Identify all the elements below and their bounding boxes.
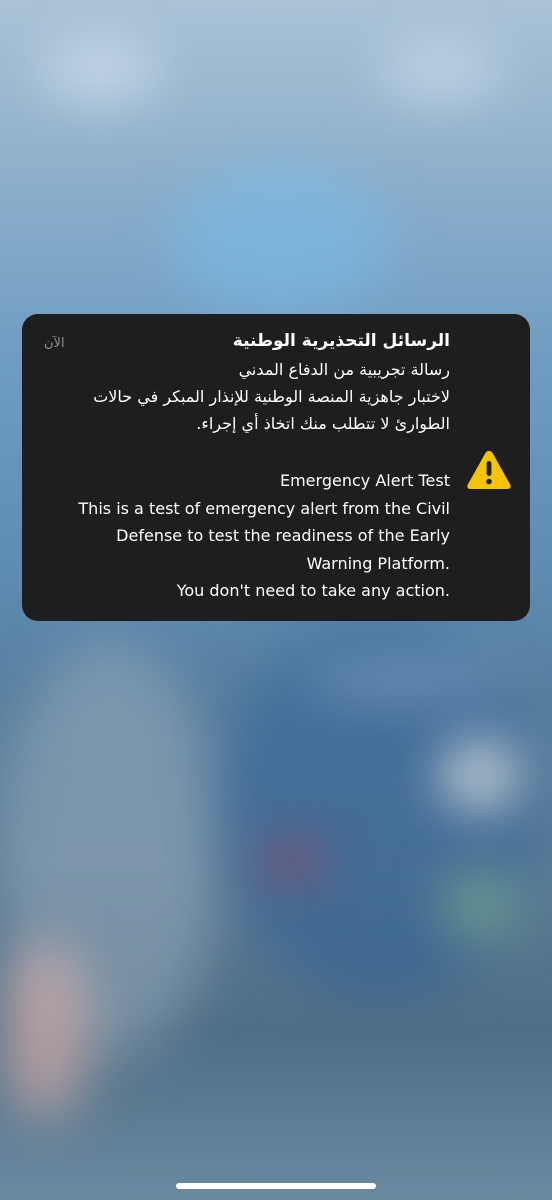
- arabic-message: الرسائل التحذيرية الوطنية رسالة تجريبية …: [50, 326, 450, 437]
- wallpaper-blur-shape: [300, 660, 510, 700]
- emergency-alert-notification[interactable]: الآن الرسائل التحذيرية الوطنية رسالة تجر…: [22, 314, 530, 621]
- wallpaper-blur-shape: [440, 740, 520, 810]
- wallpaper-blur-shape: [0, 940, 90, 1120]
- wallpaper-blur-shape: [40, 40, 160, 100]
- english-line: Warning Platform.: [306, 553, 450, 573]
- wallpaper-blur-shape: [170, 165, 390, 315]
- warning-icon: [465, 448, 513, 492]
- english-line: Defense to test the readiness of the Ear…: [116, 526, 450, 545]
- notification-content: الرسائل التحذيرية الوطنية رسالة تجريبية …: [50, 326, 450, 605]
- arabic-line: لاختبار جاهزية المنصة الوطنية للإنذار ال…: [93, 387, 450, 406]
- warning-icon-bar: [486, 461, 492, 476]
- english-line: This is a test of emergency alert from t…: [78, 498, 450, 518]
- english-message: Emergency Alert Test This is a test of e…: [50, 467, 450, 605]
- arabic-line: رسالة تجريبية من الدفاع المدني: [238, 360, 450, 379]
- english-line: You don't need to take any action.: [176, 581, 450, 600]
- wallpaper-blur-shape: [440, 870, 520, 940]
- home-indicator[interactable]: [176, 1183, 376, 1189]
- notification-title: الرسائل التحذيرية الوطنية: [232, 331, 450, 351]
- warning-icon-dot: [486, 478, 492, 485]
- wallpaper-blur-shape: [262, 848, 322, 874]
- arabic-line: الطوارئ لا تتطلب منك اتخاذ أي إجراء.: [196, 414, 450, 433]
- english-line: Emergency Alert Test: [279, 471, 450, 490]
- wallpaper-blur-shape: [380, 40, 500, 100]
